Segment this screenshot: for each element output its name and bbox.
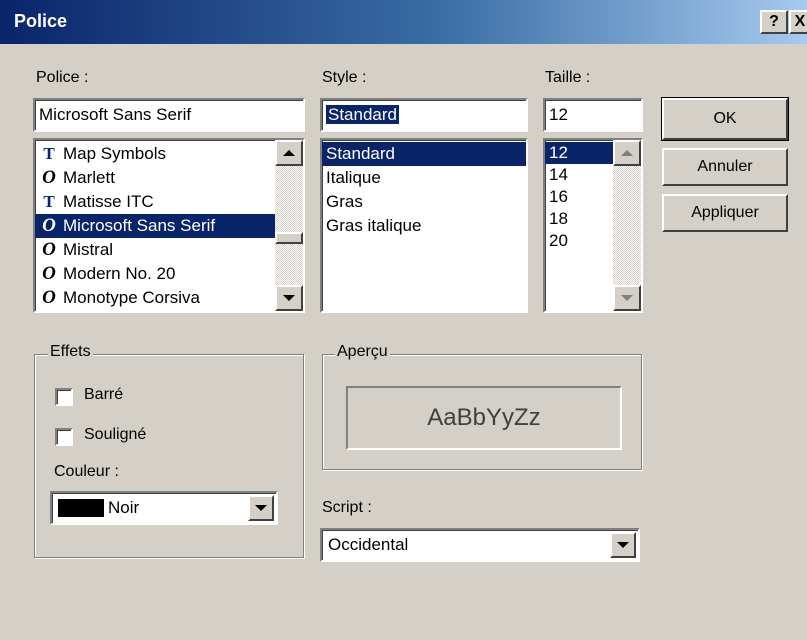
font-list-scrollbar[interactable]	[275, 140, 303, 311]
underline-checkbox[interactable]	[55, 428, 73, 446]
font-label: Police :	[36, 69, 89, 86]
opentype-icon: O	[42, 239, 56, 260]
opentype-icon: O	[42, 167, 56, 188]
color-dropdown-button[interactable]	[248, 495, 274, 521]
font-list-item-label: Matisse ITC	[63, 192, 154, 211]
size-scroll-up-button[interactable]	[613, 140, 641, 166]
size-list[interactable]: 12 14 16 18 20	[543, 138, 643, 313]
font-list-item[interactable]: T Matisse ITC	[35, 190, 275, 214]
style-input[interactable]: Standard	[320, 98, 528, 132]
style-list-item[interactable]: Italique	[322, 166, 526, 190]
underline-label[interactable]: Souligné	[84, 426, 146, 444]
size-list-scrollbar[interactable]	[613, 140, 641, 311]
font-list-item[interactable]: O Microsoft Sans Serif	[35, 214, 275, 238]
color-label: Couleur :	[54, 463, 119, 480]
arrow-up-icon	[621, 150, 633, 156]
font-list-item-label: Monotype Corsiva	[63, 288, 201, 307]
size-input[interactable]: 12	[543, 98, 643, 132]
cancel-button[interactable]: Annuler	[662, 148, 788, 186]
help-button[interactable]: ?	[760, 10, 788, 34]
style-list-item[interactable]: Standard	[322, 142, 526, 166]
font-list-item-label: Marlett	[63, 168, 115, 187]
font-list-item-label: Modern No. 20	[63, 264, 176, 283]
script-value: Occidental	[328, 535, 409, 554]
opentype-icon: O	[42, 287, 56, 308]
font-list-item[interactable]: O Modern No. 20	[35, 262, 275, 286]
apply-button[interactable]: Appliquer	[662, 194, 788, 232]
font-input[interactable]: Microsoft Sans Serif	[33, 98, 305, 132]
style-label: Style :	[322, 69, 367, 86]
preview-sample: AaBbYyZz	[346, 386, 622, 450]
opentype-icon: O	[42, 263, 56, 284]
close-button[interactable]: X	[789, 10, 807, 34]
ok-button[interactable]: OK	[661, 97, 789, 141]
font-list-item[interactable]: O Monotype Corsiva	[35, 286, 275, 310]
chevron-down-icon	[255, 505, 267, 511]
effects-legend: Effets	[48, 343, 93, 361]
script-dropdown-button[interactable]	[610, 532, 636, 558]
scroll-thumb[interactable]	[275, 232, 303, 244]
font-list-item-label: Microsoft Sans Serif	[63, 216, 216, 235]
strikeout-label[interactable]: Barré	[84, 386, 123, 404]
script-label: Script :	[322, 499, 372, 516]
title-bar[interactable]	[0, 0, 807, 44]
scroll-up-button[interactable]	[275, 140, 303, 166]
font-list-item-label: Mistral	[63, 240, 114, 259]
opentype-icon: O	[42, 215, 56, 236]
font-list-item[interactable]: T Map Symbols	[35, 142, 275, 166]
style-list-item[interactable]: Gras italique	[322, 214, 526, 238]
size-list-item[interactable]: 16	[545, 186, 613, 208]
script-select[interactable]: Occidental	[320, 528, 640, 562]
color-select[interactable]: Noir	[50, 491, 278, 525]
font-list[interactable]: T Map Symbols O Marlett T Matisse ITC O Microso…	[33, 138, 305, 313]
size-list-item[interactable]: 14	[545, 164, 613, 186]
chevron-down-icon	[617, 542, 629, 548]
scroll-down-button[interactable]	[275, 285, 303, 311]
strikeout-checkbox[interactable]	[55, 388, 73, 406]
window-title: Police	[14, 11, 68, 31]
size-list-item[interactable]: 18	[545, 208, 613, 230]
style-list[interactable]: Standard Italique Gras Gras italique	[320, 138, 528, 313]
size-list-item[interactable]: 20	[545, 230, 613, 252]
style-input-value: Standard	[326, 105, 399, 124]
arrow-down-icon	[283, 295, 295, 301]
truetype-icon: T	[43, 144, 55, 163]
truetype-icon: T	[43, 192, 55, 211]
color-swatch	[58, 499, 104, 517]
size-list-item[interactable]: 12	[545, 142, 613, 164]
font-list-item-label: Map Symbols	[63, 144, 166, 163]
arrow-up-icon	[283, 150, 295, 156]
size-scroll-down-button[interactable]	[613, 285, 641, 311]
style-list-item[interactable]: Gras	[322, 190, 526, 214]
preview-legend: Aperçu	[335, 343, 390, 361]
color-value: Noir	[108, 498, 140, 517]
font-list-item[interactable]: O Marlett	[35, 166, 275, 190]
arrow-down-icon	[621, 295, 633, 301]
effects-group	[34, 354, 304, 558]
font-list-item[interactable]: O Mistral	[35, 238, 275, 262]
size-label: Taille :	[545, 69, 591, 86]
